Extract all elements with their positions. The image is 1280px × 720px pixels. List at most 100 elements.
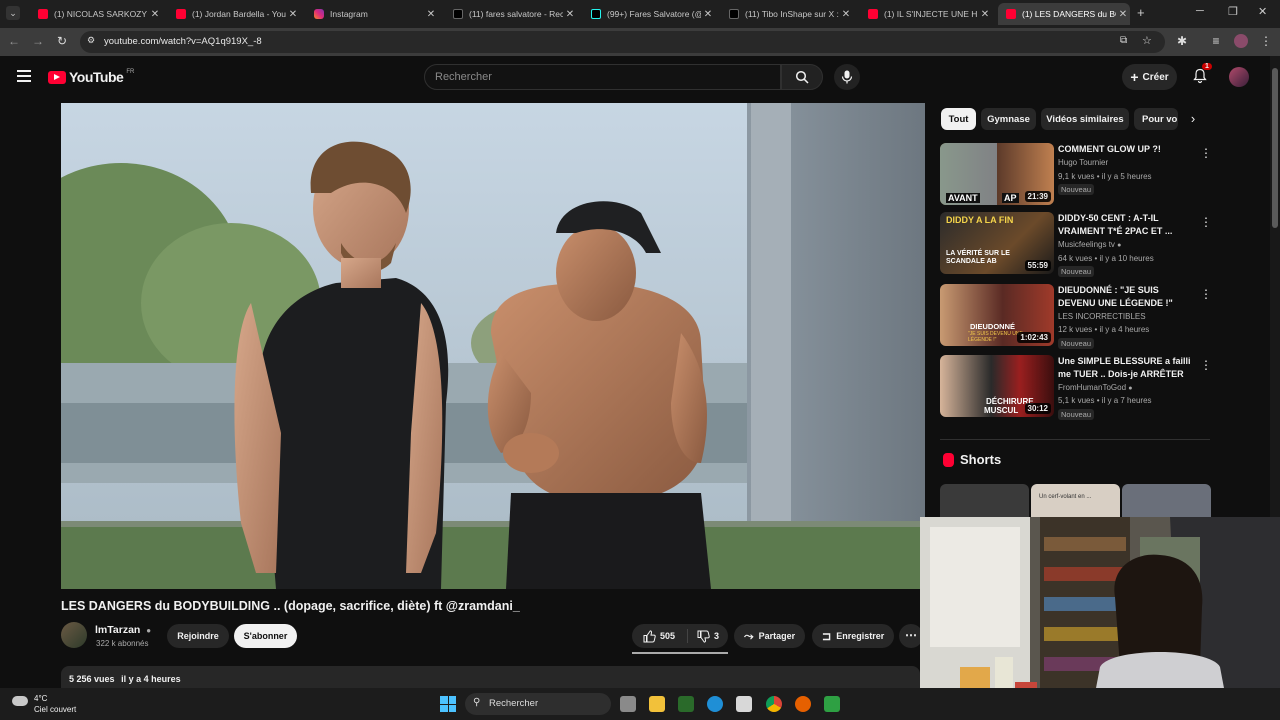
notifications-button[interactable]: 1 bbox=[1192, 63, 1212, 86]
tab-title: (1) NICOLAS SARKOZY : l' bbox=[54, 9, 148, 19]
omnibox[interactable]: ⚙ youtube.com/watch?v=AQ1q919X_-8 ⧉ ☆ bbox=[80, 31, 1165, 53]
search-input[interactable]: Rechercher bbox=[424, 64, 781, 90]
taskbar-search[interactable]: ⚲ Rechercher bbox=[465, 693, 611, 715]
tab-search-button[interactable]: ⌄ bbox=[6, 6, 20, 20]
more-vertical-icon[interactable]: ⋮ bbox=[1200, 358, 1212, 372]
close-tab-icon[interactable]: ✕ bbox=[839, 9, 853, 20]
recommendation-channel[interactable]: LES INCORRECTIBLES bbox=[1058, 312, 1146, 321]
recommendation-channel-link[interactable]: Musicfeelings tv ● bbox=[1058, 240, 1121, 249]
xbox-app-icon[interactable] bbox=[678, 696, 694, 712]
browser-tab[interactable]: (11) Tibo InShape sur X : ✕ bbox=[721, 3, 853, 25]
join-button[interactable]: Rejoindre bbox=[167, 624, 229, 648]
like-count: 505 bbox=[659, 631, 676, 641]
close-tab-icon[interactable]: ✕ bbox=[978, 9, 992, 20]
firefox-icon[interactable] bbox=[795, 696, 811, 712]
youtube-header: YouTube FR Rechercher + Créer 1 bbox=[0, 56, 1270, 100]
recommendation-title[interactable]: COMMENT GLOW UP ?! bbox=[1058, 143, 1196, 156]
browser-tab[interactable]: (99+) Fares Salvatore (@fa ✕ bbox=[583, 3, 715, 25]
browser-tab[interactable]: (1) NICOLAS SARKOZY : l' ✕ bbox=[30, 3, 162, 25]
new-tab-button[interactable]: + bbox=[1137, 5, 1145, 20]
site-info-icon[interactable]: ⚙ bbox=[87, 35, 95, 46]
video-stats: 5 256 vues il y a 4 heures bbox=[69, 674, 181, 684]
search-button[interactable] bbox=[781, 64, 823, 90]
close-tab-icon[interactable]: ✕ bbox=[1116, 9, 1130, 20]
guide-menu-icon[interactable] bbox=[17, 70, 31, 82]
create-button[interactable]: + Créer bbox=[1122, 64, 1177, 90]
thumbs-up-icon bbox=[643, 629, 656, 642]
address-bar-row: ← → ↻ ⚙ youtube.com/watch?v=AQ1q919X_-8 … bbox=[0, 28, 1280, 56]
browser-tab[interactable]: (1) IL S'INJECTE UNE HUIL✕ bbox=[860, 3, 992, 25]
install-app-icon[interactable]: ⧉ bbox=[1120, 35, 1127, 46]
save-playlist-icon: ⊐ bbox=[822, 630, 832, 643]
start-button[interactable] bbox=[440, 696, 456, 712]
channel-name-link[interactable]: lmTarzan ● bbox=[95, 624, 151, 636]
browser-menu-icon[interactable]: ⋮ bbox=[1258, 34, 1274, 48]
minimize-button[interactable]: ─ bbox=[1196, 5, 1204, 17]
browser-tab[interactable]: (1) Jordan Bardella - YouT ✕ bbox=[168, 3, 300, 25]
close-tab-icon[interactable]: ✕ bbox=[563, 9, 577, 20]
recommendation-item[interactable]: DIEUDONNÉ "JE SUIS DEVENU UNE LÉGENDE !"… bbox=[940, 284, 1212, 349]
recommendation-item[interactable]: DIDDY A LA FIN LA VÉRITÉ SUR LE SCANDALE… bbox=[940, 212, 1212, 277]
short-caption: Un cerf-volant en ... bbox=[1039, 494, 1092, 500]
new-badge: Nouveau bbox=[1058, 184, 1095, 195]
close-tab-icon[interactable]: ✕ bbox=[701, 9, 715, 20]
scrollbar-thumb[interactable] bbox=[1272, 68, 1278, 228]
tab-title: (11) Tibo InShape sur X : bbox=[745, 9, 839, 19]
more-vertical-icon[interactable]: ⋮ bbox=[1200, 146, 1212, 160]
chrome-icon[interactable] bbox=[766, 696, 782, 712]
maximize-button[interactable]: ❐ bbox=[1228, 5, 1238, 18]
chip-all[interactable]: Tout bbox=[941, 108, 976, 130]
task-view-icon[interactable] bbox=[620, 696, 636, 712]
reload-icon[interactable]: ↻ bbox=[54, 34, 70, 48]
account-avatar[interactable] bbox=[1229, 67, 1249, 87]
like-button[interactable]: 505 bbox=[632, 624, 686, 648]
subscriber-count: 322 k abonnés bbox=[96, 639, 149, 648]
save-button[interactable]: ⊐ Enregistrer bbox=[812, 624, 895, 648]
edge-browser-icon[interactable] bbox=[707, 696, 723, 712]
store-icon[interactable] bbox=[736, 696, 752, 712]
video-thumbnail[interactable]: DÉCHIRURE MUSCUL 30:12 bbox=[940, 355, 1054, 417]
youtube-favicon-icon bbox=[868, 9, 878, 19]
close-tab-icon[interactable]: ✕ bbox=[286, 9, 300, 20]
channel-avatar[interactable] bbox=[61, 622, 87, 648]
recommendation-channel[interactable]: Hugo Tournier bbox=[1058, 158, 1108, 167]
instagram-favicon-icon bbox=[314, 9, 324, 19]
profile-avatar[interactable] bbox=[1234, 34, 1248, 48]
close-tab-icon[interactable]: ✕ bbox=[148, 9, 162, 20]
browser-tab[interactable]: (11) fares salvatore - Rech ✕ bbox=[445, 3, 577, 25]
more-vertical-icon[interactable]: ⋮ bbox=[1200, 215, 1212, 229]
close-window-button[interactable]: ✕ bbox=[1258, 5, 1267, 18]
chip-similar-videos[interactable]: Vidéos similaires bbox=[1041, 108, 1129, 130]
recommendation-title[interactable]: DIEUDONNÉ : "JE SUIS DEVENU UNE LÉGENDE … bbox=[1058, 284, 1196, 310]
recommendation-item[interactable]: DÉCHIRURE MUSCUL 30:12 Une SIMPLE BLESSU… bbox=[940, 355, 1212, 420]
youtube-logo[interactable]: YouTube FR bbox=[48, 69, 134, 85]
recommendation-title[interactable]: DIDDY-50 CENT : A-T-IL VRAIMENT T*É 2PAC… bbox=[1058, 212, 1196, 238]
extensions-icon[interactable]: ✱ bbox=[1174, 34, 1190, 48]
chip-gym[interactable]: Gymnase bbox=[981, 108, 1036, 130]
share-button[interactable]: ⤳ Partager bbox=[734, 624, 806, 648]
subscribe-button[interactable]: S'abonner bbox=[234, 624, 297, 648]
tab-title: Instagram bbox=[330, 9, 368, 19]
file-explorer-icon[interactable] bbox=[649, 696, 665, 712]
chip-for-you[interactable]: Pour vo bbox=[1134, 108, 1178, 130]
video-thumbnail[interactable]: DIEUDONNÉ "JE SUIS DEVENU UNE LÉGENDE !"… bbox=[940, 284, 1054, 346]
forward-icon[interactable]: → bbox=[30, 34, 46, 48]
recommendation-title[interactable]: Une SIMPLE BLESSURE a failli me TUER .. … bbox=[1058, 355, 1196, 381]
browser-tab[interactable]: Instagram ✕ bbox=[306, 3, 438, 25]
chevron-right-icon: › bbox=[1190, 111, 1196, 126]
voice-search-button[interactable] bbox=[834, 64, 860, 90]
dislike-button[interactable]: 3 bbox=[688, 624, 728, 648]
browser-tab[interactable]: (1) LES DANGERS du BOD✕ bbox=[998, 3, 1130, 25]
app-icon[interactable] bbox=[824, 696, 840, 712]
chips-next-button[interactable]: › bbox=[1182, 108, 1204, 130]
recommendation-channel-link[interactable]: FromHumanToGod ● bbox=[1058, 383, 1133, 392]
more-vertical-icon[interactable]: ⋮ bbox=[1200, 287, 1212, 301]
bookmark-star-icon[interactable]: ☆ bbox=[1142, 34, 1152, 47]
back-icon[interactable]: ← bbox=[6, 34, 22, 48]
recommendation-item[interactable]: AVANT AP 21:39 COMMENT GLOW UP ?! Hugo T… bbox=[940, 143, 1212, 207]
video-player[interactable] bbox=[61, 103, 925, 589]
close-tab-icon[interactable]: ✕ bbox=[424, 9, 438, 20]
video-thumbnail[interactable]: AVANT AP 21:39 bbox=[940, 143, 1054, 205]
media-controls-icon[interactable]: ≡ bbox=[1208, 34, 1224, 48]
video-thumbnail[interactable]: DIDDY A LA FIN LA VÉRITÉ SUR LE SCANDALE… bbox=[940, 212, 1054, 274]
